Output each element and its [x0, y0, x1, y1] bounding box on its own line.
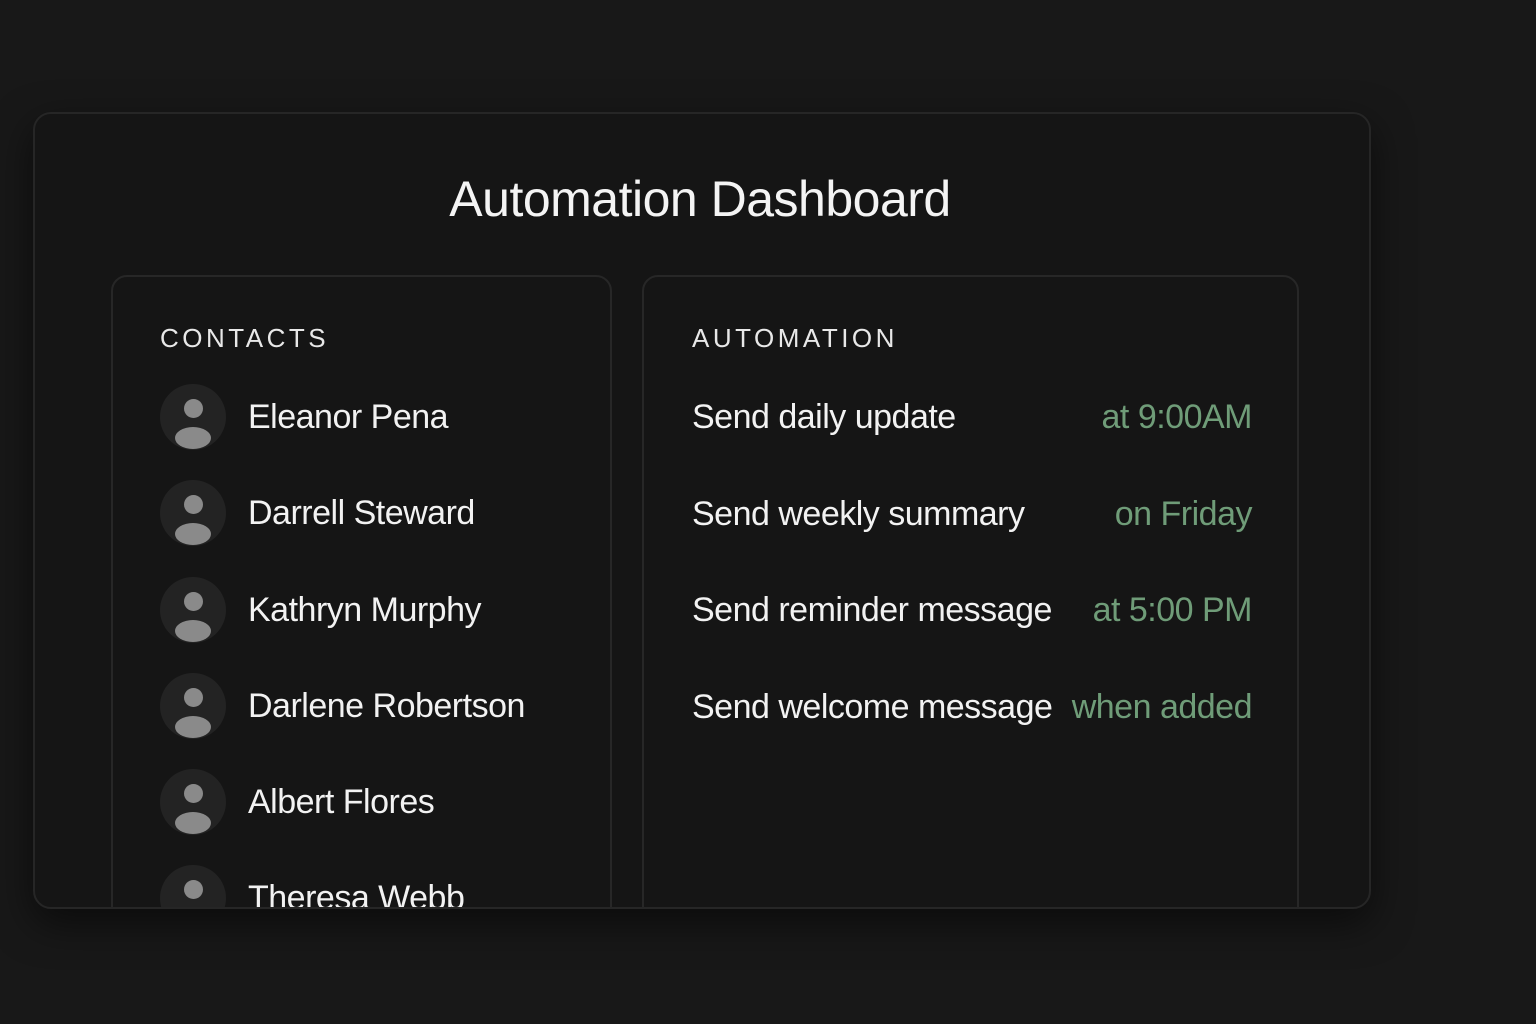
rule-trigger: on Friday [1114, 494, 1253, 533]
user-avatar-icon [160, 384, 226, 450]
rule-trigger: when added [1071, 687, 1253, 726]
automation-rule-reminder-message[interactable]: Send reminder message at 5:00 PM [692, 588, 1253, 632]
contact-name: Theresa Webb [248, 878, 465, 909]
automation-heading: AUTOMATION [692, 323, 898, 353]
contact-name: Darlene Robertson [248, 686, 525, 725]
automation-panel: AUTOMATION Send daily update at 9:00AM S… [642, 275, 1299, 907]
dashboard-window: Automation Dashboard CONTACTS Eleanor Pe… [33, 112, 1371, 909]
contact-item-albert-flores[interactable]: Albert Flores [160, 766, 435, 838]
rule-action: Send welcome message [692, 687, 1053, 726]
rule-trigger: at 9:00AM [1101, 397, 1253, 436]
rule-action: Send weekly summary [692, 494, 1025, 533]
automation-rule-weekly-summary[interactable]: Send weekly summary on Friday [692, 492, 1253, 536]
contacts-heading: CONTACTS [160, 323, 330, 353]
contact-name: Darrell Steward [248, 493, 475, 532]
contacts-panel: CONTACTS Eleanor Pena Darrell Steward Ka… [111, 275, 612, 909]
user-avatar-icon [160, 865, 226, 907]
contact-item-theresa-webb[interactable]: Theresa Webb [160, 862, 465, 909]
automation-rule-welcome-message[interactable]: Send welcome message when added [692, 685, 1253, 729]
contact-item-eleanor-pena[interactable]: Eleanor Pena [160, 381, 449, 453]
user-avatar-icon [160, 769, 226, 835]
contact-item-kathryn-murphy[interactable]: Kathryn Murphy [160, 574, 482, 646]
page-title: Automation Dashboard [449, 171, 951, 227]
rule-trigger: at 5:00 PM [1092, 590, 1253, 629]
user-avatar-icon [160, 577, 226, 643]
user-avatar-icon [160, 673, 226, 739]
contact-item-darlene-robertson[interactable]: Darlene Robertson [160, 670, 525, 742]
contact-name: Albert Flores [248, 782, 435, 821]
rule-action: Send daily update [692, 397, 956, 436]
contact-item-darrell-steward[interactable]: Darrell Steward [160, 477, 475, 549]
user-avatar-icon [160, 480, 226, 546]
contact-name: Eleanor Pena [248, 397, 449, 436]
contact-name: Kathryn Murphy [248, 590, 482, 629]
rule-action: Send reminder message [692, 590, 1052, 629]
automation-rule-daily-update[interactable]: Send daily update at 9:00AM [692, 395, 1253, 439]
